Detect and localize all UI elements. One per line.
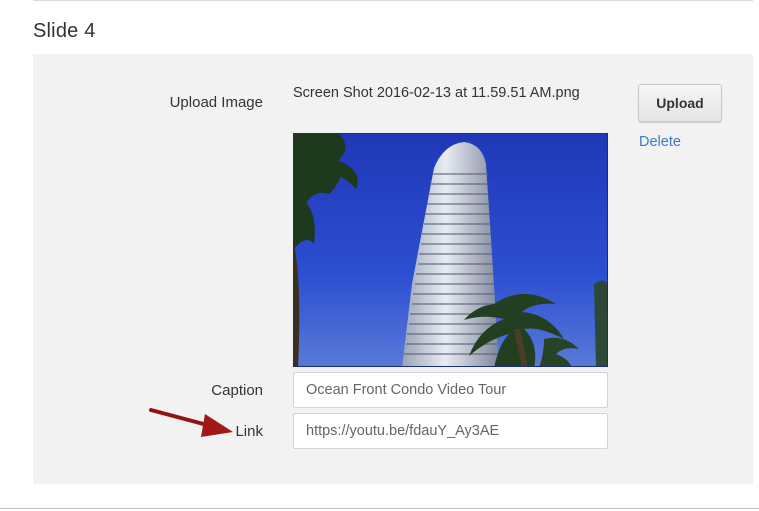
slide-title: Slide 4 — [33, 20, 96, 42]
link-input[interactable] — [293, 413, 608, 449]
bottom-divider — [0, 508, 759, 509]
slide-image-preview — [293, 133, 608, 367]
caption-input[interactable] — [293, 372, 608, 408]
red-arrow-icon — [149, 408, 233, 437]
delete-link[interactable]: Delete — [639, 134, 681, 150]
uploaded-filename: Screen Shot 2016-02-13 at 11.59.51 AM.pn… — [293, 85, 580, 101]
upload-image-label: Upload Image — [169, 94, 263, 111]
upload-button[interactable]: Upload — [638, 84, 722, 122]
top-divider — [33, 0, 753, 1]
caption-label: Caption — [211, 382, 263, 399]
